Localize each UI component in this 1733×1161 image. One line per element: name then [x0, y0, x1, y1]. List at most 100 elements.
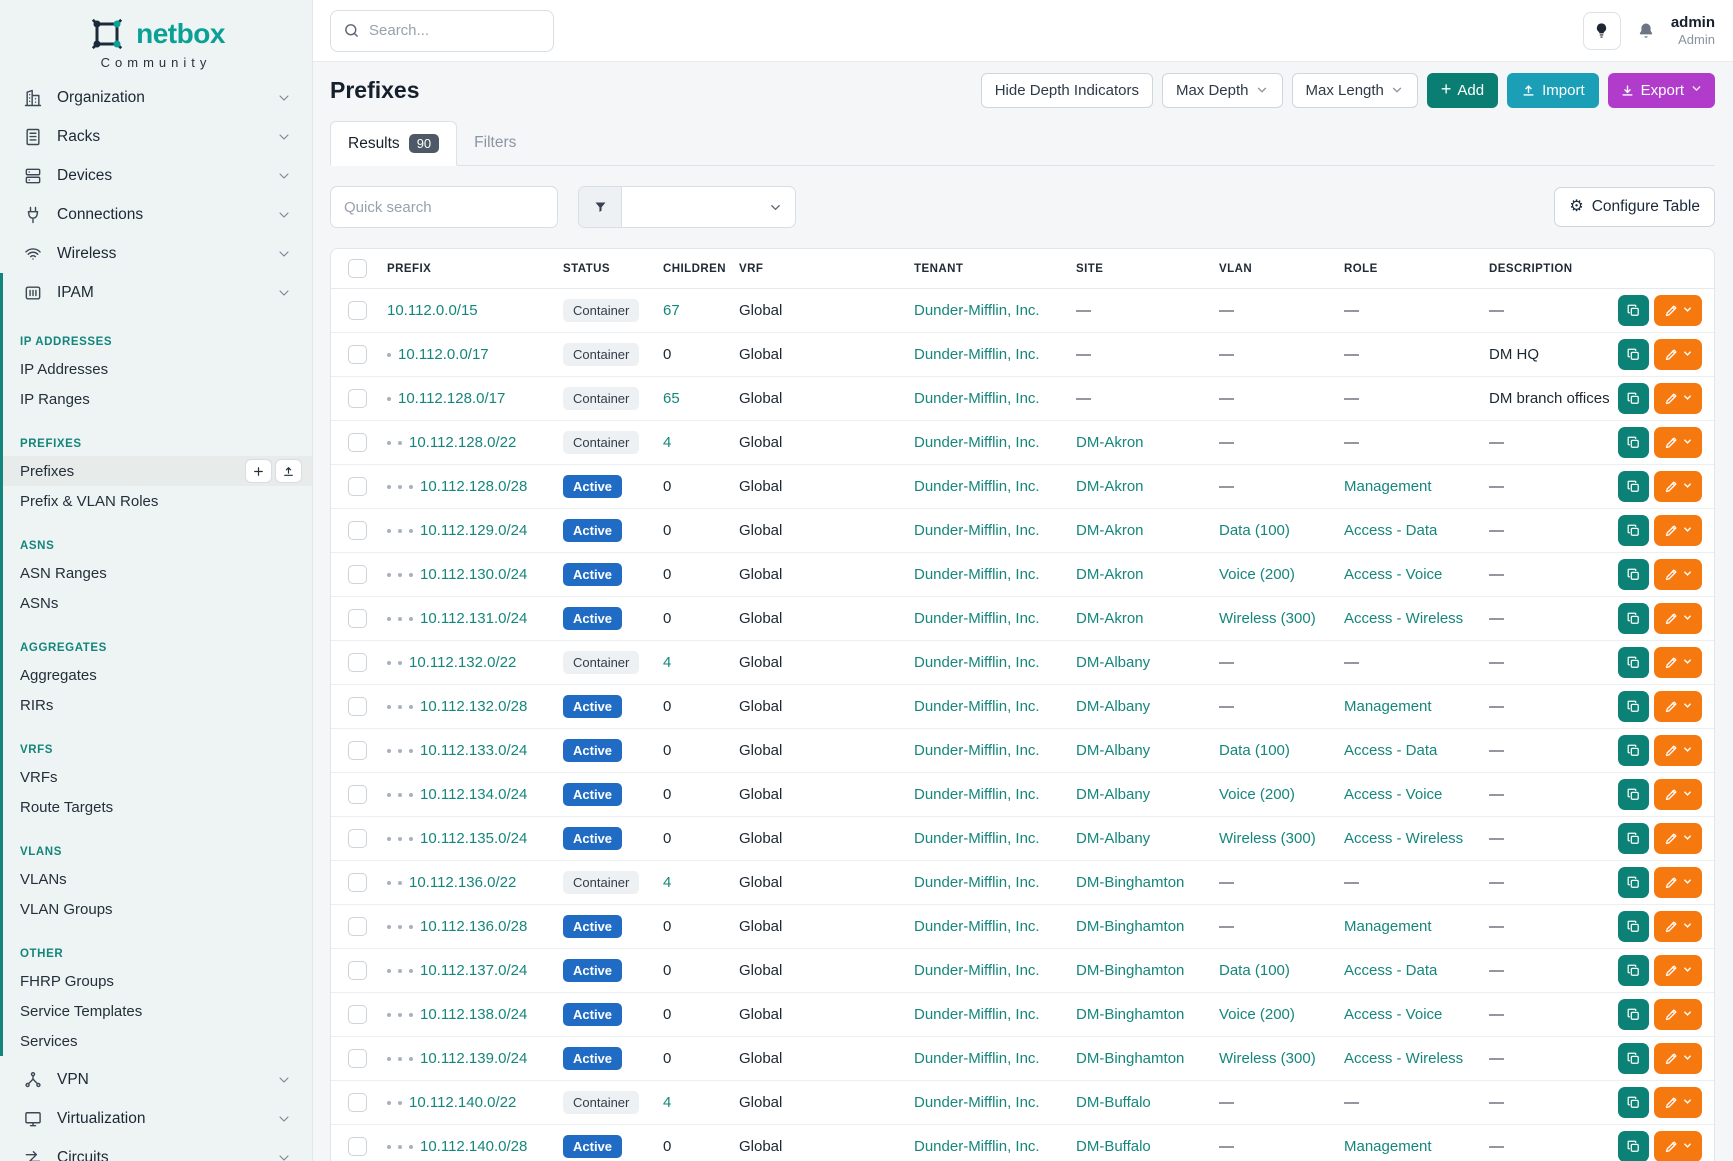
tenant-link[interactable]: Dunder-Mifflin, Inc. — [914, 522, 1040, 539]
site-link[interactable]: DM-Binghamton — [1076, 1050, 1184, 1067]
clone-button[interactable] — [1618, 1087, 1649, 1118]
quick-search-input[interactable] — [330, 186, 558, 228]
vlan-link[interactable]: Voice (200) — [1219, 786, 1295, 803]
prefix-link[interactable]: 10.112.136.0/22 — [409, 874, 516, 891]
row-checkbox[interactable] — [348, 1093, 367, 1112]
edit-button[interactable] — [1654, 911, 1702, 942]
prefix-link[interactable]: 10.112.134.0/24 — [420, 786, 527, 803]
clone-button[interactable] — [1618, 427, 1649, 458]
edit-button[interactable] — [1654, 1087, 1702, 1118]
edit-button[interactable] — [1654, 823, 1702, 854]
row-checkbox[interactable] — [348, 565, 367, 584]
site-link[interactable]: DM-Albany — [1076, 742, 1150, 759]
prefix-link[interactable]: 10.112.139.0/24 — [420, 1050, 527, 1067]
clone-button[interactable] — [1618, 955, 1649, 986]
edit-button[interactable] — [1654, 515, 1702, 546]
children-count-link[interactable]: 65 — [663, 390, 680, 407]
role-link[interactable]: Management — [1344, 478, 1432, 495]
site-link[interactable]: DM-Akron — [1076, 478, 1144, 495]
edit-button[interactable] — [1654, 955, 1702, 986]
edit-button[interactable] — [1654, 603, 1702, 634]
prefix-link[interactable]: 10.112.130.0/24 — [420, 566, 527, 583]
sidebar-item-route-targets[interactable]: Route Targets — [3, 792, 312, 822]
tenant-link[interactable]: Dunder-Mifflin, Inc. — [914, 1094, 1040, 1111]
edit-button[interactable] — [1654, 647, 1702, 678]
row-checkbox[interactable] — [348, 345, 367, 364]
tenant-link[interactable]: Dunder-Mifflin, Inc. — [914, 874, 1040, 891]
tenant-link[interactable]: Dunder-Mifflin, Inc. — [914, 434, 1040, 451]
row-checkbox[interactable] — [348, 433, 367, 452]
children-count-link[interactable]: 4 — [663, 874, 671, 891]
clone-button[interactable] — [1618, 911, 1649, 942]
sidebar-item-organization[interactable]: Organization — [0, 78, 312, 117]
clone-button[interactable] — [1618, 1043, 1649, 1074]
import-button[interactable]: Import — [1507, 73, 1599, 108]
row-checkbox[interactable] — [348, 1049, 367, 1068]
max-length-dropdown[interactable]: Max Length — [1292, 73, 1418, 108]
user-menu[interactable]: admin Admin — [1671, 14, 1715, 48]
role-link[interactable]: Access - Wireless — [1344, 610, 1463, 627]
row-checkbox[interactable] — [348, 785, 367, 804]
clone-button[interactable] — [1618, 515, 1649, 546]
clone-button[interactable] — [1618, 867, 1649, 898]
row-checkbox[interactable] — [348, 697, 367, 716]
tenant-link[interactable]: Dunder-Mifflin, Inc. — [914, 1050, 1040, 1067]
tab-filters[interactable]: Filters — [457, 120, 533, 165]
edit-button[interactable] — [1654, 999, 1702, 1030]
vlan-link[interactable]: Data (100) — [1219, 962, 1290, 979]
sidebar-item-fhrp-groups[interactable]: FHRP Groups — [3, 966, 312, 996]
sidebar-item-prefix-vlan-roles[interactable]: Prefix & VLAN Roles — [3, 486, 312, 516]
site-link[interactable]: DM-Binghamton — [1076, 1006, 1184, 1023]
vlan-link[interactable]: Wireless (300) — [1219, 1050, 1316, 1067]
clone-button[interactable] — [1618, 823, 1649, 854]
prefix-link[interactable]: 10.112.140.0/22 — [409, 1094, 516, 1111]
vlan-link[interactable]: Wireless (300) — [1219, 830, 1316, 847]
tenant-link[interactable]: Dunder-Mifflin, Inc. — [914, 1138, 1040, 1155]
search-input[interactable] — [369, 22, 541, 39]
prefix-link[interactable]: 10.112.136.0/28 — [420, 918, 527, 935]
clone-button[interactable] — [1618, 779, 1649, 810]
sidebar-item-virtualization[interactable]: Virtualization — [0, 1099, 312, 1138]
clone-button[interactable] — [1618, 735, 1649, 766]
tenant-link[interactable]: Dunder-Mifflin, Inc. — [914, 610, 1040, 627]
sidebar-item-wireless[interactable]: Wireless — [0, 234, 312, 273]
site-link[interactable]: DM-Albany — [1076, 654, 1150, 671]
sidebar-import-button[interactable] — [275, 459, 302, 483]
prefix-link[interactable]: 10.112.135.0/24 — [420, 830, 527, 847]
clone-button[interactable] — [1618, 339, 1649, 370]
clone-button[interactable] — [1618, 1131, 1649, 1161]
edit-button[interactable] — [1654, 867, 1702, 898]
edit-button[interactable] — [1654, 427, 1702, 458]
site-link[interactable]: DM-Albany — [1076, 698, 1150, 715]
tenant-link[interactable]: Dunder-Mifflin, Inc. — [914, 742, 1040, 759]
clone-button[interactable] — [1618, 559, 1649, 590]
export-dropdown[interactable]: Export — [1608, 73, 1715, 108]
role-link[interactable]: Management — [1344, 698, 1432, 715]
sidebar-item-vrfs[interactable]: VRFs — [3, 762, 312, 792]
vlan-link[interactable]: Voice (200) — [1219, 566, 1295, 583]
sidebar-item-circuits[interactable]: Circuits — [0, 1138, 312, 1161]
tenant-link[interactable]: Dunder-Mifflin, Inc. — [914, 654, 1040, 671]
hide-depth-indicators-button[interactable]: Hide Depth Indicators — [981, 73, 1153, 108]
role-link[interactable]: Management — [1344, 1138, 1432, 1155]
edit-button[interactable] — [1654, 735, 1702, 766]
vlan-link[interactable]: Voice (200) — [1219, 1006, 1295, 1023]
row-checkbox[interactable] — [348, 741, 367, 760]
edit-button[interactable] — [1654, 691, 1702, 722]
site-link[interactable]: DM-Albany — [1076, 786, 1150, 803]
prefix-link[interactable]: 10.112.140.0/28 — [420, 1138, 527, 1155]
sidebar-item-vpn[interactable]: VPN — [0, 1060, 312, 1099]
edit-button[interactable] — [1654, 339, 1702, 370]
tenant-link[interactable]: Dunder-Mifflin, Inc. — [914, 962, 1040, 979]
tab-results[interactable]: Results 90 — [330, 121, 457, 166]
role-link[interactable]: Access - Voice — [1344, 566, 1442, 583]
row-checkbox[interactable] — [348, 873, 367, 892]
row-checkbox[interactable] — [348, 389, 367, 408]
sidebar-item-rirs[interactable]: RIRs — [3, 690, 312, 720]
sidebar-item-devices[interactable]: Devices — [0, 156, 312, 195]
sidebar-item-prefixes[interactable]: Prefixes — [3, 456, 312, 486]
tenant-link[interactable]: Dunder-Mifflin, Inc. — [914, 346, 1040, 363]
tenant-link[interactable]: Dunder-Mifflin, Inc. — [914, 1006, 1040, 1023]
prefix-link[interactable]: 10.112.132.0/22 — [409, 654, 516, 671]
site-link[interactable]: DM-Binghamton — [1076, 874, 1184, 891]
